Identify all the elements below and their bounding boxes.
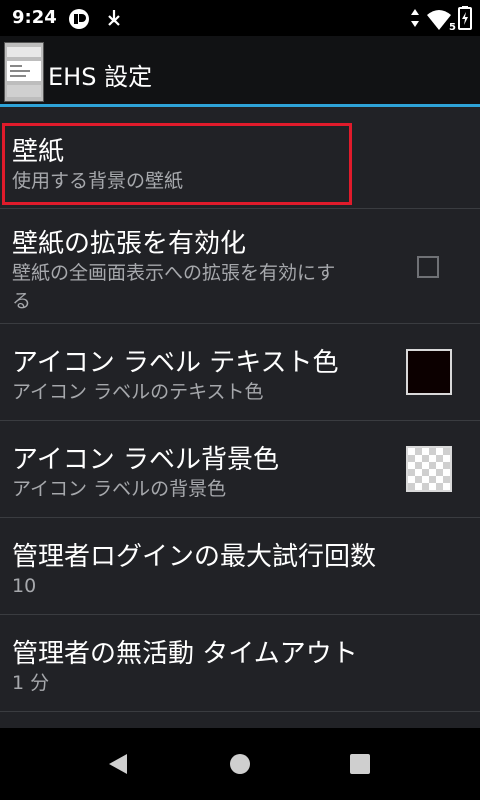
pref-admin-inactivity-timeout[interactable]: 管理者の無活動 タイムアウト 1 分 <box>0 615 480 712</box>
pref-title: アイコン ラベル テキスト色 <box>12 348 339 378</box>
pref-title: 管理者ログインの最大試行回数 <box>12 542 377 572</box>
navigation-bar <box>0 728 480 800</box>
background-color-swatch[interactable] <box>406 446 452 492</box>
pref-icon-label-text-color[interactable]: アイコン ラベル テキスト色 アイコン ラベルのテキスト色 <box>0 324 480 421</box>
pref-summary-line1: 壁紙の全画面表示への拡張を有効にす <box>12 262 336 284</box>
wifi-icon: 5 <box>426 9 456 33</box>
app-icon[interactable] <box>4 42 44 102</box>
notification-circle-icon <box>68 8 90 34</box>
text-color-swatch[interactable] <box>406 349 452 395</box>
pref-summary: 10 <box>12 575 37 597</box>
back-icon[interactable] <box>106 752 130 780</box>
home-icon[interactable] <box>228 752 252 780</box>
download-icon <box>106 8 122 32</box>
data-arrows-icon <box>410 8 420 32</box>
pref-wallpaper[interactable]: 壁紙 使用する背景の壁紙 <box>0 107 480 209</box>
pref-summary: 使用する背景の壁紙 <box>12 170 184 192</box>
battery-charging-icon <box>458 6 472 34</box>
preferences-list: 壁紙 使用する背景の壁紙 壁紙の拡張を有効化 壁紙の全画面表示への拡張を有効にす… <box>0 107 480 728</box>
action-bar: EHS 設定 <box>0 36 480 106</box>
pref-title: アイコン ラベル背景色 <box>12 445 279 475</box>
pref-title: 管理者の無活動 タイムアウト <box>12 639 358 669</box>
recents-icon[interactable] <box>348 752 372 780</box>
wallpaper-extension-checkbox[interactable] <box>417 256 439 278</box>
pref-summary-line2: る <box>12 290 32 312</box>
pref-title: 壁紙の拡張を有効化 <box>12 229 247 259</box>
pref-wallpaper-extension[interactable]: 壁紙の拡張を有効化 壁紙の全画面表示への拡張を有効にす る <box>0 209 480 324</box>
pref-icon-label-background-color[interactable]: アイコン ラベル背景色 アイコン ラベルの背景色 <box>0 421 480 518</box>
status-time: 9:24 <box>12 7 57 28</box>
pref-title: 壁紙 <box>12 137 65 167</box>
pref-summary: 1 分 <box>12 672 50 694</box>
page-title: EHS 設定 <box>48 63 153 91</box>
pref-summary: アイコン ラベルの背景色 <box>12 478 227 500</box>
wifi-badge: 5 <box>449 22 456 33</box>
status-bar: 9:24 5 <box>0 0 480 36</box>
pref-summary: アイコン ラベルのテキスト色 <box>12 381 264 403</box>
pref-admin-max-login-attempts[interactable]: 管理者ログインの最大試行回数 10 <box>0 518 480 615</box>
